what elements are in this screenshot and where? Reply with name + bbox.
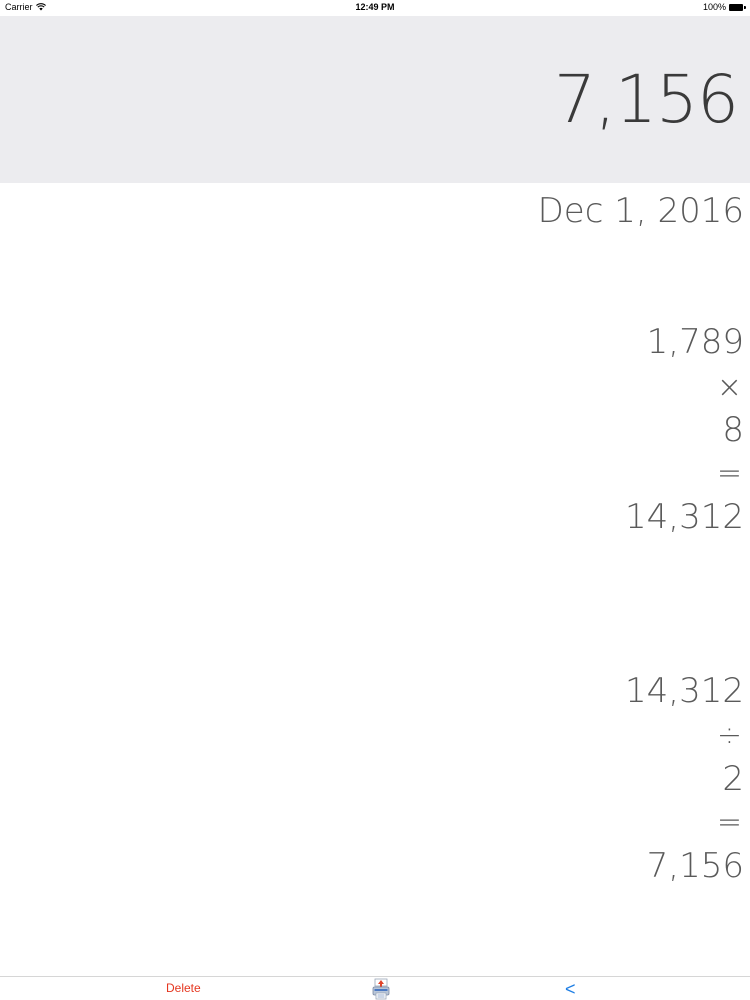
status-time: 12:49 PM (355, 2, 395, 12)
delete-button[interactable]: Delete (166, 981, 201, 995)
tape-operand: 2 (722, 759, 744, 799)
display-panel: 7,156 (0, 16, 750, 183)
display-value: 7,156 (554, 61, 739, 138)
tape-date: Dec 1, 2016 (537, 191, 744, 231)
battery-percent: 100% (702, 2, 726, 12)
battery-icon (729, 3, 746, 11)
bottom-toolbar: Delete < (0, 976, 750, 1000)
tape-equals: = (716, 456, 742, 491)
printer-icon[interactable] (371, 978, 391, 1000)
tape-operator: ÷ (716, 718, 742, 753)
status-bar: Carrier 12:49 PM 100% (0, 0, 750, 16)
tape-operand: 14,312 (625, 671, 744, 711)
calculator-tape-screen: Carrier 12:49 PM 100% 7,156 Dec 1, 2016 … (0, 0, 750, 1000)
tape-operand: 8 (722, 410, 744, 450)
tape-operator: × (716, 370, 742, 405)
tape-equals: = (716, 805, 742, 840)
status-right: 100% (703, 2, 746, 12)
tape-result: 7,156 (646, 846, 744, 886)
back-button[interactable]: < (565, 979, 576, 999)
tape-operand: 1,789 (646, 322, 744, 362)
tape-result: 14,312 (625, 497, 744, 537)
